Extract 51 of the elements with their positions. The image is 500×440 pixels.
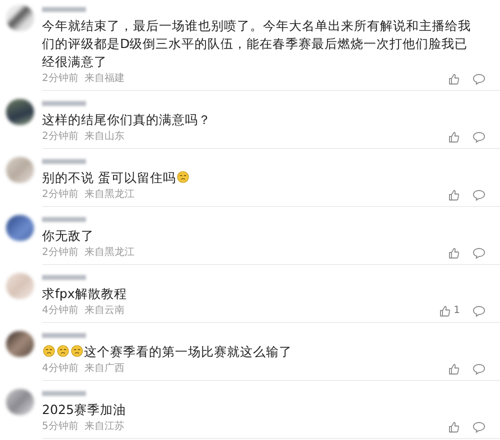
- blurred-username: [42, 7, 86, 12]
- comment-icon[interactable]: [472, 305, 486, 317]
- like-count: 1: [454, 305, 460, 317]
- comment-time: 4分钟前: [42, 363, 78, 375]
- thumbs-up-icon[interactable]: [438, 305, 451, 317]
- comment-icon[interactable]: [472, 189, 486, 201]
- comment-location: 来自江苏: [84, 421, 124, 433]
- comment-icon[interactable]: [472, 247, 486, 259]
- comment-location: 来自福建: [84, 73, 124, 85]
- thumbs-up-icon[interactable]: [448, 247, 460, 259]
- comment-location: 来自黑龙江: [84, 189, 134, 201]
- comment-text: 这样的结尾你们真的满意吗？: [42, 112, 211, 127]
- emoji-icon: [177, 171, 190, 183]
- avatar[interactable]: [6, 99, 34, 125]
- thumbs-up-icon[interactable]: [448, 189, 460, 201]
- blurred-username: [42, 275, 86, 280]
- comment-text: 2025赛季加油: [42, 402, 126, 417]
- blurred-username: [42, 391, 86, 396]
- comment-icon[interactable]: [472, 421, 486, 433]
- comment-text: 求fpx解散教程: [42, 286, 127, 301]
- thumbs-up-icon[interactable]: [448, 421, 460, 433]
- comment-location: 来自黑龙江: [84, 247, 134, 259]
- avatar[interactable]: [6, 331, 34, 357]
- comment-location: 来自广西: [84, 363, 124, 375]
- comment-text: 你无敌了: [42, 228, 94, 243]
- blurred-username: [42, 101, 86, 106]
- blurred-username: [42, 217, 86, 222]
- comment-text: 今年就结束了，最后一场谁也别喷了。今年大名单出来所有解说和主播给我们的评级都是D级倒三水平的队伍，能在春季赛最后燃烧一次打他们脸我已经很满意了: [42, 18, 471, 69]
- avatar[interactable]: [6, 5, 34, 31]
- thumbs-up-icon[interactable]: [448, 131, 460, 143]
- emoji-icon: [57, 345, 69, 357]
- comment-text: 别的不说 蛋可以留住吗: [42, 170, 176, 185]
- thumbs-up-icon[interactable]: [448, 363, 460, 375]
- comment-time: 2分钟前: [42, 73, 78, 85]
- thumbs-up-icon[interactable]: [448, 73, 460, 85]
- emoji-icon: [43, 345, 55, 357]
- comment-text: 这个赛季看的第一场比赛就这么输了: [84, 344, 292, 359]
- comment-location: 来自云南: [84, 305, 124, 317]
- blurred-username: [42, 333, 86, 338]
- comment-icon[interactable]: [472, 131, 486, 143]
- comment-location: 来自山东: [84, 131, 124, 143]
- emoji-icon: [71, 345, 83, 357]
- avatar[interactable]: [6, 215, 34, 241]
- comment-time: 2分钟前: [42, 131, 78, 143]
- comment-time: 4分钟前: [42, 305, 78, 317]
- comment-time: 2分钟前: [42, 189, 78, 201]
- comment-time: 2分钟前: [42, 247, 78, 259]
- blurred-username: [42, 159, 86, 164]
- comment-time: 5分钟前: [42, 421, 78, 433]
- comment-icon[interactable]: [472, 73, 486, 85]
- comment-icon[interactable]: [472, 363, 486, 375]
